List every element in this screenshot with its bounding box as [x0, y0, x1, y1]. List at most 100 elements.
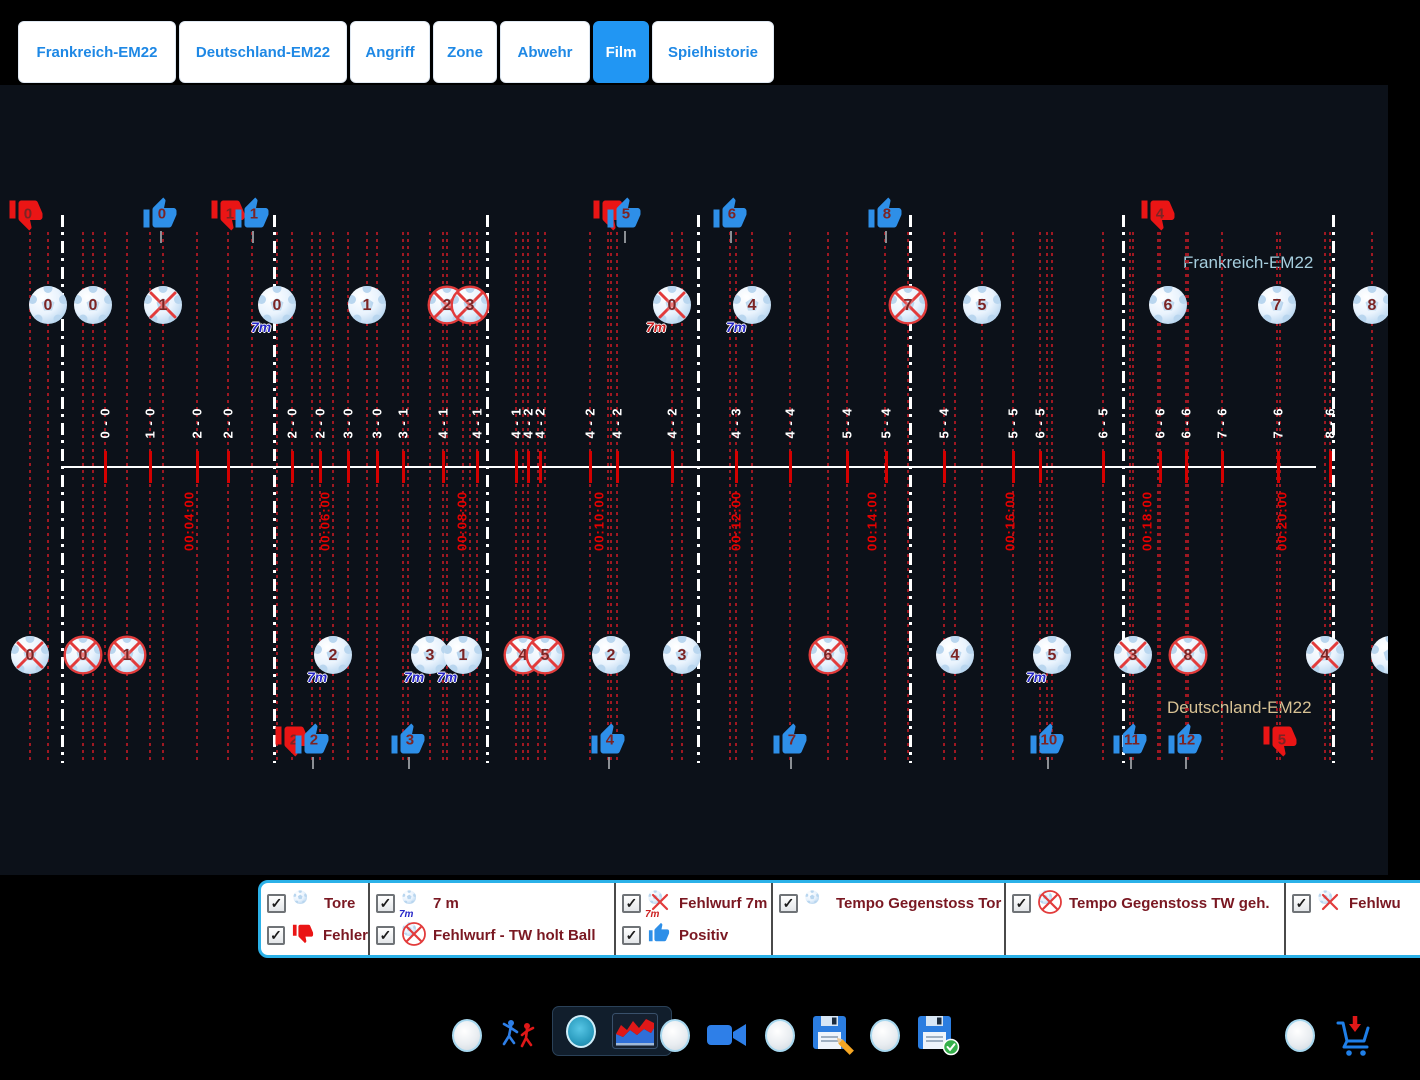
- miss-ball-marker[interactable]: 07m: [652, 285, 692, 325]
- miss-ball-marker[interactable]: 0: [63, 635, 103, 675]
- thumb-up-marker[interactable]: 2: [293, 722, 331, 762]
- thumb-up-marker[interactable]: 8: [866, 196, 904, 236]
- goal-ball-marker[interactable]: 2: [591, 635, 631, 675]
- tab-abwehr[interactable]: Abwehr: [500, 21, 590, 83]
- miss-ball-marker[interactable]: 0: [10, 635, 50, 675]
- miss-ball-marker[interactable]: 6: [808, 635, 848, 675]
- tab-angriff[interactable]: Angriff: [350, 21, 430, 83]
- legend-item: ✓Fehlwu: [1292, 889, 1420, 917]
- thumb-down-marker[interactable]: 4: [1139, 196, 1177, 236]
- event-grid-line: [1324, 232, 1326, 760]
- miss-ball-marker[interactable]: 4: [1305, 635, 1345, 675]
- event-grid-line: [610, 232, 612, 760]
- tab-deutschland-em22[interactable]: Deutschland-EM22: [179, 21, 347, 83]
- players-icon[interactable]: [498, 1015, 538, 1055]
- miss-ball-marker[interactable]: 7: [888, 285, 928, 325]
- save-edit-icon[interactable]: [811, 1014, 855, 1056]
- goal-ball-marker[interactable]: 47m: [732, 285, 772, 325]
- miss-ball-marker[interactable]: 3: [1113, 635, 1153, 675]
- legend-checkbox[interactable]: ✓: [1012, 894, 1031, 913]
- score-label: 8 - 6: [1323, 407, 1338, 438]
- thumb-down-marker[interactable]: 5: [1261, 722, 1299, 762]
- thumb-up-marker[interactable]: 10: [1028, 722, 1066, 762]
- event-grid-line: [954, 232, 956, 760]
- radio-area-chart[interactable]: [566, 1015, 596, 1048]
- score-label: 4 - 4: [783, 407, 798, 438]
- event-grid-line: [515, 232, 517, 760]
- goal-ball-marker[interactable]: 27m: [313, 635, 353, 675]
- goal-ball-marker[interactable]: 5: [962, 285, 1002, 325]
- score-label: 4 - 1: [436, 407, 451, 438]
- time-label: 00:04:00: [182, 491, 197, 551]
- thumb-up-marker[interactable]: 11: [1111, 722, 1149, 762]
- thumb-up-marker[interactable]: 7: [771, 722, 809, 762]
- goal-ball-marker[interactable]: 6: [1148, 285, 1188, 325]
- legend-checkbox[interactable]: ✓: [1292, 894, 1311, 913]
- goal-ball-marker[interactable]: 17m: [443, 635, 483, 675]
- legend-checkbox[interactable]: ✓: [622, 926, 641, 945]
- radio-save-check[interactable]: [870, 1019, 900, 1052]
- goal-ball-marker[interactable]: 1: [347, 285, 387, 325]
- thumb-up-marker[interactable]: 4: [589, 722, 627, 762]
- event-grid-line: [544, 232, 546, 760]
- event-grid-line: [527, 232, 529, 760]
- thumb-up-marker[interactable]: 3: [389, 722, 427, 762]
- area-chart-icon[interactable]: [612, 1013, 658, 1049]
- tab-bar: Frankreich-EM22Deutschland-EM22AngriffZo…: [18, 21, 774, 83]
- tab-frankreich-em22[interactable]: Frankreich-EM22: [18, 21, 176, 83]
- goal-ball-marker[interactable]: 07m: [257, 285, 297, 325]
- video-camera-icon[interactable]: [706, 1019, 748, 1051]
- goal-ball-marker[interactable]: [1370, 635, 1388, 675]
- radio-players[interactable]: [452, 1019, 482, 1052]
- ball-miss-ring-icon: [402, 922, 426, 948]
- score-label: 5 - 4: [937, 407, 952, 438]
- legend-checkbox[interactable]: ✓: [779, 894, 798, 913]
- view-mode-group: [660, 1010, 748, 1060]
- thumb-up-marker[interactable]: 5: [605, 196, 643, 236]
- goal-ball-marker[interactable]: 0: [73, 285, 113, 325]
- tab-spielhistorie[interactable]: Spielhistorie: [652, 21, 774, 83]
- radio-video-camera[interactable]: [660, 1019, 690, 1052]
- thumb-up-marker[interactable]: 1: [233, 196, 271, 236]
- event-grid-line: [607, 232, 609, 760]
- thumb-up-marker[interactable]: 12: [1166, 722, 1204, 762]
- score-tick: [527, 451, 530, 483]
- radio-save-edit[interactable]: [765, 1019, 795, 1052]
- event-grid-line: [789, 232, 791, 760]
- cart-download-icon[interactable]: [1331, 1012, 1377, 1058]
- thumb-down-icon: [292, 922, 316, 948]
- miss-ball-marker[interactable]: 1: [143, 285, 183, 325]
- goal-ball-marker[interactable]: 3: [662, 635, 702, 675]
- save-check-icon[interactable]: [916, 1014, 960, 1056]
- score-tick: [376, 451, 379, 483]
- score-tick: [515, 451, 518, 483]
- legend-checkbox[interactable]: ✓: [622, 894, 641, 913]
- event-grid-line: [1046, 232, 1048, 760]
- legend-checkbox[interactable]: ✓: [267, 894, 286, 913]
- thumb-up-marker[interactable]: 6: [711, 196, 749, 236]
- legend-checkbox[interactable]: ✓: [376, 894, 395, 913]
- tab-film[interactable]: Film: [593, 21, 649, 83]
- score-label: 3 - 1: [396, 407, 411, 438]
- goal-ball-marker[interactable]: 0: [28, 285, 68, 325]
- event-grid-line: [1329, 232, 1331, 760]
- miss-ball-marker[interactable]: 8: [1168, 635, 1208, 675]
- radio-cart-download[interactable]: [1285, 1019, 1315, 1052]
- team-label-top: Frankreich-EM22: [1183, 253, 1313, 273]
- goal-ball-marker[interactable]: 4: [935, 635, 975, 675]
- miss-ball-marker[interactable]: 1: [107, 635, 147, 675]
- ball-miss-7m-icon: 7m: [648, 890, 672, 916]
- event-grid-line: [1221, 232, 1223, 760]
- miss-ball-marker[interactable]: 5: [525, 635, 565, 675]
- thumb-up-marker[interactable]: 0: [141, 196, 179, 236]
- goal-ball-marker[interactable]: 7: [1257, 285, 1297, 325]
- legend-checkbox[interactable]: ✓: [376, 926, 395, 945]
- thumb-down-marker[interactable]: 0: [7, 196, 45, 236]
- score-label: 3 - 0: [341, 407, 356, 438]
- legend-checkbox[interactable]: ✓: [267, 926, 285, 945]
- miss-ball-marker[interactable]: 3: [450, 285, 490, 325]
- goal-ball-marker[interactable]: 57m: [1032, 635, 1072, 675]
- tab-zone[interactable]: Zone: [433, 21, 497, 83]
- score-label: 1 - 0: [143, 407, 158, 438]
- goal-ball-marker[interactable]: 8: [1352, 285, 1388, 325]
